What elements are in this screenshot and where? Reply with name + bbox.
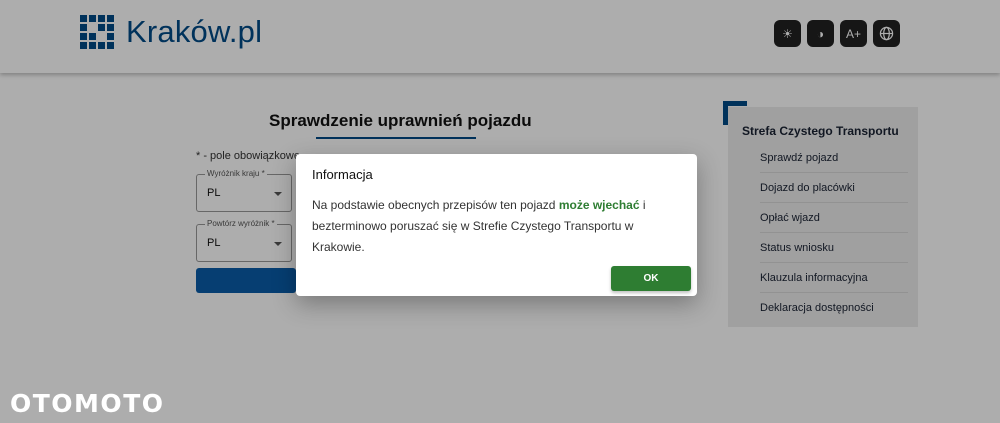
ok-button[interactable]: OK [611,266,691,291]
dialog-title: Informacja [312,167,373,182]
dialog-message: Na podstawie obecnych przepisów ten poja… [312,195,682,258]
otomoto-watermark: OTOMOTO [10,389,165,418]
message-highlight: może wjechać [558,198,640,212]
info-dialog: Informacja Na podstawie obecnych przepis… [296,154,697,296]
message-text: Na podstawie obecnych przepisów ten poja… [312,198,559,212]
